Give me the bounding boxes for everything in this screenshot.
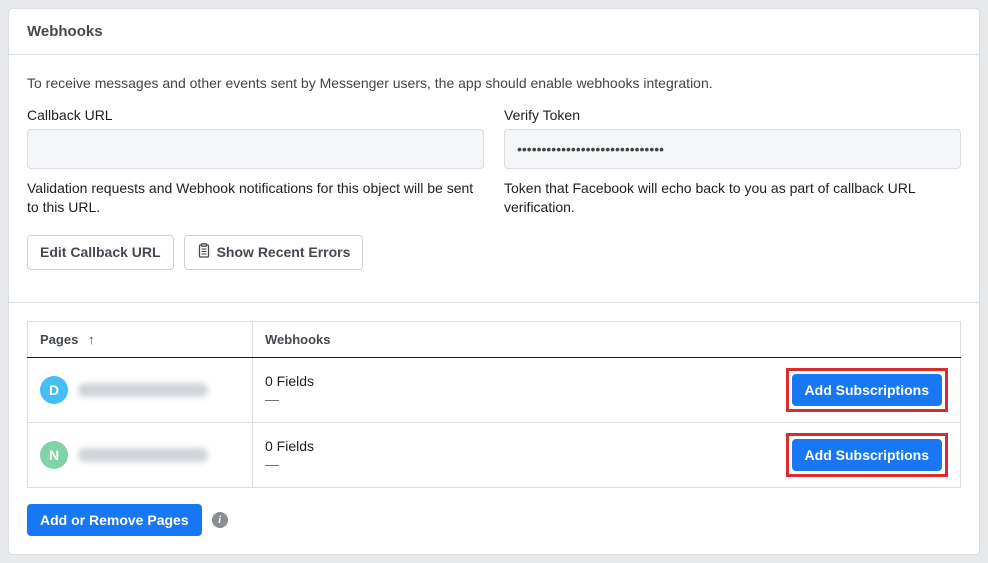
add-remove-pages-button[interactable]: Add or Remove Pages <box>27 504 202 536</box>
webhook-info: 0 Fields — <box>265 438 314 472</box>
add-subscriptions-button[interactable]: Add Subscriptions <box>792 374 942 406</box>
show-recent-errors-button[interactable]: Show Recent Errors <box>184 235 364 270</box>
verify-token-label: Verify Token <box>504 107 961 123</box>
callback-url-input[interactable] <box>27 129 484 169</box>
verify-token-help: Token that Facebook will echo back to yo… <box>504 179 961 217</box>
webhooks-card: Webhooks To receive messages and other e… <box>8 8 980 555</box>
webhook-cell: 0 Fields — Add Subscriptions <box>265 433 948 477</box>
info-icon[interactable]: i <box>212 512 228 528</box>
callback-url-label: Callback URL <box>27 107 484 123</box>
webhook-info: 0 Fields — <box>265 373 314 407</box>
add-subscriptions-label: Add Subscriptions <box>805 382 929 398</box>
fields-row: Callback URL Validation requests and Web… <box>27 107 961 217</box>
fields-dash: — <box>265 456 314 472</box>
pages-column-label: Pages <box>40 332 78 347</box>
edit-callback-url-button[interactable]: Edit Callback URL <box>27 235 174 270</box>
action-buttons-row: Edit Callback URL Show Recent Errors <box>27 235 961 270</box>
description-text: To receive messages and other events sen… <box>27 75 961 91</box>
fields-count: 0 Fields <box>265 438 314 454</box>
table-row: N 0 Fields — <box>28 422 961 487</box>
card-header: Webhooks <box>9 9 979 55</box>
bottom-actions: Add or Remove Pages i <box>27 504 961 536</box>
add-subscriptions-button[interactable]: Add Subscriptions <box>792 439 942 471</box>
pages-section: Pages ↑ Webhooks D <box>9 303 979 554</box>
edit-callback-url-label: Edit Callback URL <box>40 244 161 260</box>
webhooks-column-header: Webhooks <box>253 321 961 357</box>
webhooks-column-label: Webhooks <box>265 332 331 347</box>
page-name-redacted <box>78 383 208 397</box>
highlight-box: Add Subscriptions <box>786 433 948 477</box>
page-cell: N <box>40 441 240 469</box>
pages-table: Pages ↑ Webhooks D <box>27 321 961 488</box>
show-recent-errors-label: Show Recent Errors <box>217 244 351 260</box>
avatar: D <box>40 376 68 404</box>
avatar-letter: N <box>49 447 59 463</box>
sort-up-icon: ↑ <box>88 332 95 347</box>
verify-token-input[interactable] <box>504 129 961 169</box>
fields-count: 0 Fields <box>265 373 314 389</box>
highlight-box: Add Subscriptions <box>786 368 948 412</box>
page-name-redacted <box>78 448 208 462</box>
table-row: D 0 Fields — <box>28 357 961 422</box>
add-subscriptions-label: Add Subscriptions <box>805 447 929 463</box>
page-cell: D <box>40 376 240 404</box>
callback-url-help: Validation requests and Webhook notifica… <box>27 179 484 217</box>
webhook-cell: 0 Fields — Add Subscriptions <box>265 368 948 412</box>
avatar: N <box>40 441 68 469</box>
clipboard-icon <box>197 243 211 262</box>
callback-col: Callback URL Validation requests and Web… <box>27 107 484 217</box>
fields-dash: — <box>265 391 314 407</box>
avatar-letter: D <box>49 382 59 398</box>
verify-col: Verify Token Token that Facebook will ec… <box>504 107 961 217</box>
card-title: Webhooks <box>27 23 103 40</box>
add-remove-pages-label: Add or Remove Pages <box>40 512 189 528</box>
card-body: To receive messages and other events sen… <box>9 55 979 286</box>
pages-column-header[interactable]: Pages ↑ <box>28 321 253 357</box>
